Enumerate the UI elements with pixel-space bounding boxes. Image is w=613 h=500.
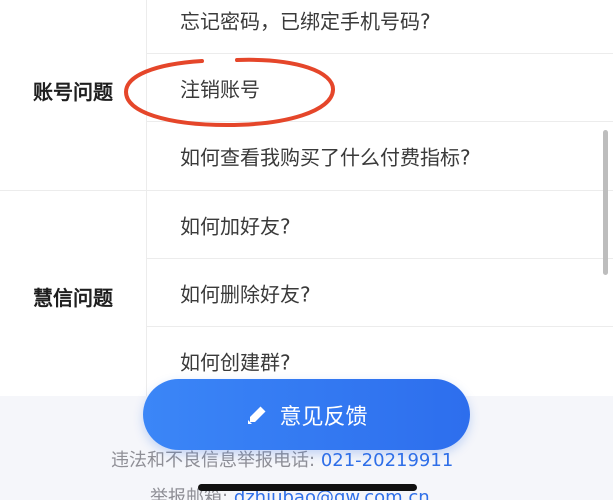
question-delete-friend[interactable]: 如何删除好友?	[147, 259, 613, 327]
question-add-friend[interactable]: 如何加好友?	[147, 191, 613, 259]
question-text: 如何加好友?	[180, 214, 291, 238]
feedback-button[interactable]: 意见反馈	[143, 379, 470, 450]
help-page: 账号问题 忘记密码，已绑定手机号码? 注销账号 如何查看我购买了什么付费指标? …	[0, 0, 613, 500]
scrollbar[interactable]	[603, 130, 608, 275]
home-indicator	[198, 484, 417, 491]
question-cancel-account[interactable]: 注销账号	[147, 54, 613, 122]
report-phone-link[interactable]: 021-20219911	[321, 450, 453, 471]
question-forgot-password[interactable]: 忘记密码，已绑定手机号码?	[147, 0, 613, 54]
group-label-huixin: 慧信问题	[33, 286, 113, 310]
report-phone-label: 违法和不良信息举报电话:	[111, 450, 316, 471]
group-label-account: 账号问题	[33, 80, 113, 104]
question-text: 如何删除好友?	[180, 282, 311, 306]
feedback-label: 意见反馈	[279, 404, 368, 430]
pencil-icon	[248, 406, 266, 424]
faq-group-huixin: 慧信问题 如何加好友? 如何删除好友? 如何创建群?	[0, 191, 613, 401]
question-text: 如何创建群?	[180, 350, 291, 375]
question-paid-indicators[interactable]: 如何查看我购买了什么付费指标?	[147, 122, 613, 190]
question-column: 如何加好友? 如何删除好友? 如何创建群?	[146, 191, 613, 401]
question-text: 注销账号	[180, 77, 260, 101]
question-text: 如何查看我购买了什么付费指标?	[180, 145, 471, 170]
question-column: 忘记密码，已绑定手机号码? 注销账号 如何查看我购买了什么付费指标?	[146, 0, 613, 190]
question-text: 忘记密码，已绑定手机号码?	[180, 9, 431, 33]
feedback-button-content: 意见反馈	[143, 379, 470, 450]
faq-group-account: 账号问题 忘记密码，已绑定手机号码? 注销账号 如何查看我购买了什么付费指标?	[0, 0, 613, 190]
